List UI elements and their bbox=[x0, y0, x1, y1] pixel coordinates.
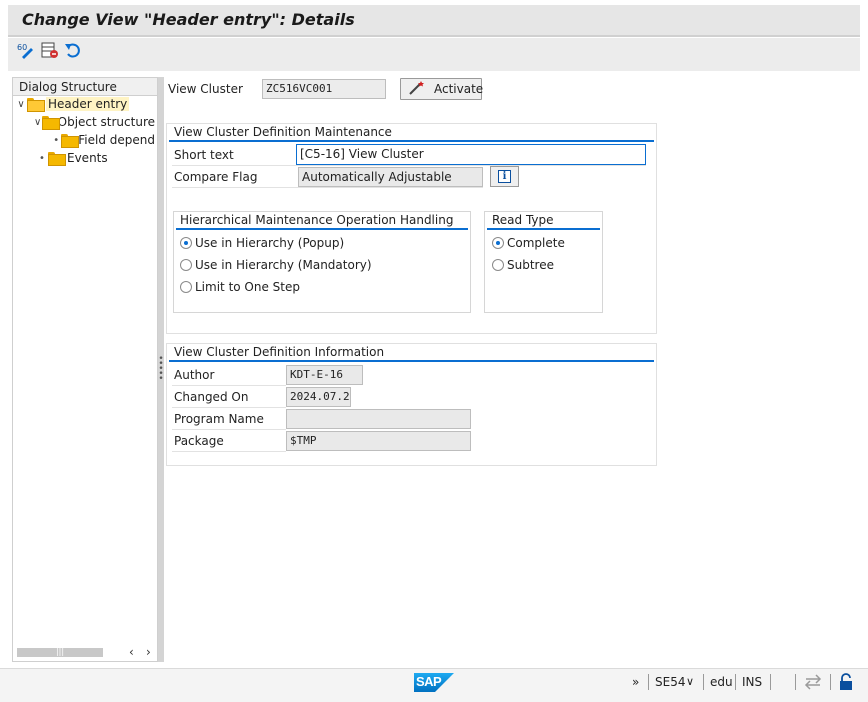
chevron-down-icon[interactable]: ∨ bbox=[15, 99, 27, 110]
scroll-left-icon[interactable]: ‹ bbox=[129, 645, 134, 659]
status-divider bbox=[703, 674, 704, 690]
tree: ∨ Header entry ∨ Object structure • Fiel… bbox=[15, 95, 155, 167]
read-type-subgroup-title: Read Type bbox=[492, 213, 554, 227]
sap-logo-text: SAP bbox=[416, 674, 442, 689]
table-view-icon[interactable] bbox=[41, 41, 59, 59]
undo-icon[interactable] bbox=[64, 41, 82, 59]
compare-flag-label: Compare Flag bbox=[174, 170, 258, 184]
sap-logo: SAP bbox=[414, 673, 454, 692]
bullet-icon: • bbox=[39, 152, 45, 164]
chevron-down-icon[interactable]: ∨ bbox=[33, 117, 42, 128]
horizontal-scrollbar[interactable]: ||| ‹ › bbox=[15, 645, 155, 659]
program-name-label: Program Name bbox=[174, 412, 264, 426]
svg-text:60: 60 bbox=[17, 43, 27, 52]
radio-use-in-hierarchy-mandatory[interactable]: Use in Hierarchy (Mandatory) bbox=[180, 258, 372, 272]
application-toolbar: 60 bbox=[8, 38, 860, 71]
author-field[interactable]: KDT-E-16 bbox=[286, 365, 363, 385]
input-mode[interactable]: INS bbox=[742, 675, 762, 689]
status-more-button[interactable]: » bbox=[632, 675, 639, 689]
transfer-icon[interactable] bbox=[804, 674, 822, 693]
status-divider bbox=[735, 674, 736, 690]
display-change-icon[interactable]: 60 bbox=[17, 41, 35, 59]
hierarchy-subgroup-title: Hierarchical Maintenance Operation Handl… bbox=[180, 213, 454, 227]
radio-label: Complete bbox=[507, 236, 565, 250]
short-text-input[interactable]: [C5-16] View Cluster bbox=[296, 144, 646, 165]
status-divider bbox=[770, 674, 771, 690]
radio-unselected-icon[interactable] bbox=[180, 259, 192, 271]
status-divider bbox=[795, 674, 796, 690]
activate-button[interactable]: Activate bbox=[400, 78, 484, 100]
radio-use-in-hierarchy-popup[interactable]: Use in Hierarchy (Popup) bbox=[180, 236, 344, 250]
compare-flag-field[interactable]: Automatically Adjustable bbox=[298, 167, 483, 187]
row-divider bbox=[172, 187, 483, 188]
row-divider bbox=[172, 451, 286, 452]
program-name-field[interactable] bbox=[286, 409, 471, 429]
page-title: Change View "Header entry": Details bbox=[22, 10, 355, 29]
row-divider bbox=[172, 407, 286, 408]
radio-selected-icon[interactable] bbox=[180, 237, 192, 249]
folder-icon bbox=[48, 152, 66, 166]
title-bar: Change View "Header entry": Details bbox=[8, 5, 860, 37]
radio-limit-to-one-step[interactable]: Limit to One Step bbox=[180, 280, 300, 294]
tree-item-label: Field depend bbox=[78, 133, 155, 147]
radio-selected-icon[interactable] bbox=[492, 237, 504, 249]
status-divider bbox=[648, 674, 649, 690]
tree-item-header-entry[interactable]: ∨ Header entry bbox=[15, 95, 155, 113]
changed-on-label: Changed On bbox=[174, 390, 249, 404]
info-icon: i bbox=[498, 170, 511, 183]
status-divider bbox=[830, 674, 831, 690]
bullet-icon: • bbox=[53, 134, 60, 146]
information-group-divider bbox=[169, 360, 654, 362]
radio-subtree[interactable]: Subtree bbox=[492, 258, 554, 272]
view-cluster-field[interactable]: ZC516VC001 bbox=[262, 79, 386, 99]
dialog-structure-panel: Dialog Structure ∨ Header entry ∨ Object… bbox=[12, 77, 158, 662]
info-button[interactable]: i bbox=[490, 166, 519, 187]
author-label: Author bbox=[174, 368, 215, 382]
read-type-subgroup-divider bbox=[487, 228, 600, 230]
changed-on-field[interactable]: 2024.07.26 bbox=[286, 387, 351, 407]
activate-wand-icon bbox=[409, 80, 425, 98]
activate-label: Activate bbox=[434, 82, 484, 96]
radio-label: Subtree bbox=[507, 258, 554, 272]
tree-item-label: Object structure bbox=[57, 115, 155, 129]
user-name: edu bbox=[710, 675, 733, 689]
tree-item-label: Events bbox=[67, 151, 108, 165]
package-label: Package bbox=[174, 434, 224, 448]
radio-label: Use in Hierarchy (Mandatory) bbox=[195, 258, 372, 272]
tree-item-events[interactable]: • Events bbox=[15, 149, 155, 167]
panel-splitter[interactable]: • • • • • bbox=[158, 77, 164, 662]
radio-complete[interactable]: Complete bbox=[492, 236, 565, 250]
scroll-right-icon[interactable]: › bbox=[146, 645, 151, 659]
maintenance-group-title: View Cluster Definition Maintenance bbox=[174, 125, 392, 139]
folder-icon bbox=[42, 116, 61, 130]
dialog-structure-title: Dialog Structure bbox=[19, 80, 117, 94]
radio-unselected-icon[interactable] bbox=[180, 281, 192, 293]
transaction-dropdown-icon[interactable]: ∨ bbox=[686, 675, 694, 688]
dialog-structure-header: Dialog Structure bbox=[13, 78, 157, 96]
radio-label: Limit to One Step bbox=[195, 280, 300, 294]
tree-item-label: Header entry bbox=[46, 97, 130, 111]
row-divider bbox=[172, 429, 286, 430]
maintenance-group-divider bbox=[169, 140, 654, 142]
row-divider bbox=[172, 165, 646, 166]
splitter-grip-icon[interactable]: • • • • • bbox=[158, 355, 164, 385]
row-divider bbox=[172, 385, 286, 386]
hierarchy-subgroup-divider bbox=[176, 228, 468, 230]
folder-open-icon bbox=[27, 98, 45, 112]
tree-item-object-structure[interactable]: ∨ Object structure bbox=[15, 113, 155, 131]
radio-label: Use in Hierarchy (Popup) bbox=[195, 236, 345, 250]
scrollbar-thumb[interactable]: ||| bbox=[17, 648, 103, 657]
lock-icon[interactable] bbox=[838, 673, 854, 694]
radio-unselected-icon[interactable] bbox=[492, 259, 504, 271]
package-field[interactable]: $TMP bbox=[286, 431, 471, 451]
view-cluster-label: View Cluster bbox=[168, 82, 243, 96]
status-bar: SAP » SE54 ∨ edu INS bbox=[0, 668, 868, 702]
short-text-label: Short text bbox=[174, 148, 234, 162]
transaction-code[interactable]: SE54 bbox=[655, 675, 685, 689]
tree-item-field-depend[interactable]: • Field depend bbox=[15, 131, 155, 149]
information-group-title: View Cluster Definition Information bbox=[174, 345, 385, 359]
folder-icon bbox=[61, 134, 80, 148]
